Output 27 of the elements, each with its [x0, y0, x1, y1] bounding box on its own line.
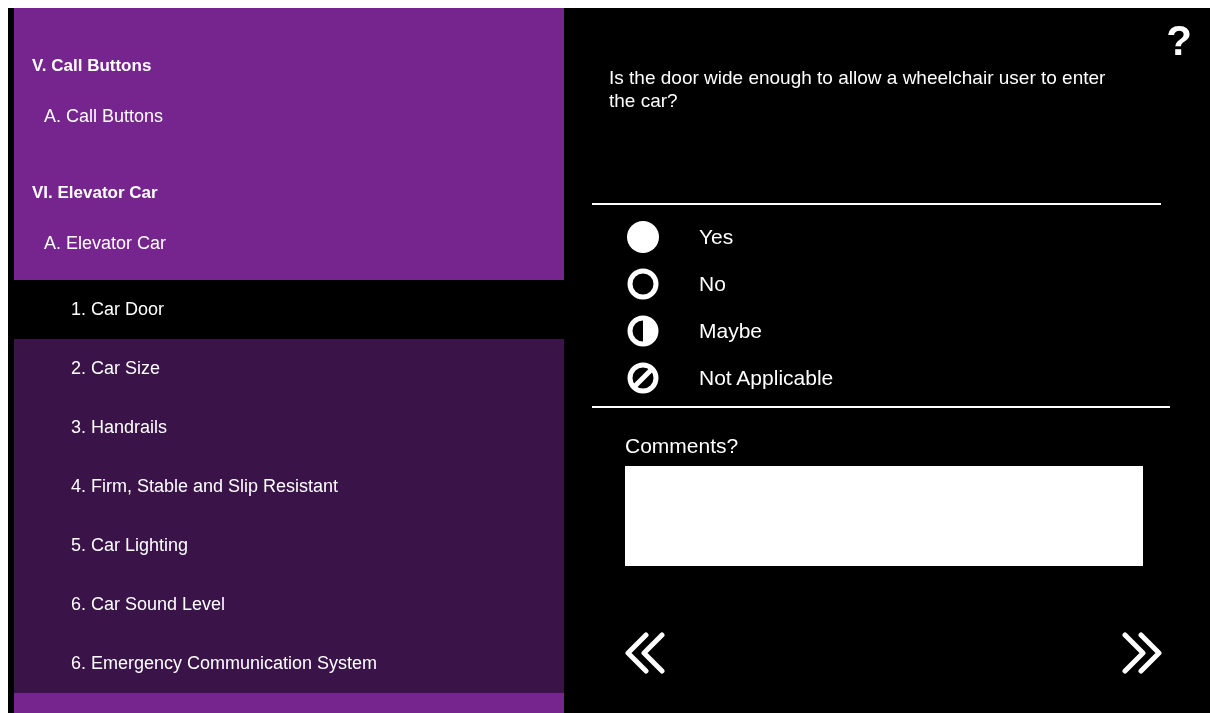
- prohibited-icon: [627, 362, 659, 394]
- next-button[interactable]: [1120, 632, 1162, 674]
- sidebar-item[interactable]: A. Elevator Car: [14, 218, 564, 268]
- sidebar-item[interactable]: 6. Emergency Communication System: [14, 634, 564, 693]
- double-chevron-right-icon: [1120, 632, 1162, 674]
- answer-option[interactable]: Not Applicable: [627, 362, 1210, 394]
- answer-option[interactable]: Yes: [627, 221, 1210, 253]
- question-text: Is the door wide enough to allow a wheelchair user to enter the car?: [609, 66, 1107, 113]
- sidebar-item[interactable]: 1. Car Door: [14, 280, 564, 339]
- sidebar-item[interactable]: VI. Elevator Car: [14, 168, 564, 218]
- sidebar-item[interactable]: 3. Handrails: [14, 398, 564, 457]
- sidebar-item[interactable]: V. Call Buttons: [14, 41, 564, 91]
- answer-option[interactable]: No: [627, 268, 1210, 300]
- filled-circle-icon: [627, 221, 659, 253]
- answer-option[interactable]: Maybe: [627, 315, 1210, 347]
- comments-label: Comments?: [625, 434, 740, 458]
- double-chevron-left-icon: [625, 632, 667, 674]
- sidebar-item[interactable]: 2. Car Size: [14, 339, 564, 398]
- sidebar-item[interactable]: A. Call Buttons: [14, 91, 564, 141]
- half-circle-icon: [627, 315, 659, 347]
- circle-outline-icon: [627, 268, 659, 300]
- comments-field[interactable]: [625, 466, 1143, 566]
- sidebar-item[interactable]: 4. Firm, Stable and Slip Resistant: [14, 457, 564, 516]
- sidebar-item[interactable]: 5. Car Lighting: [14, 516, 564, 575]
- sidebar-item[interactable]: 6. Car Sound Level: [14, 575, 564, 634]
- previous-button[interactable]: [625, 632, 667, 674]
- help-button[interactable]: ?: [1166, 20, 1192, 62]
